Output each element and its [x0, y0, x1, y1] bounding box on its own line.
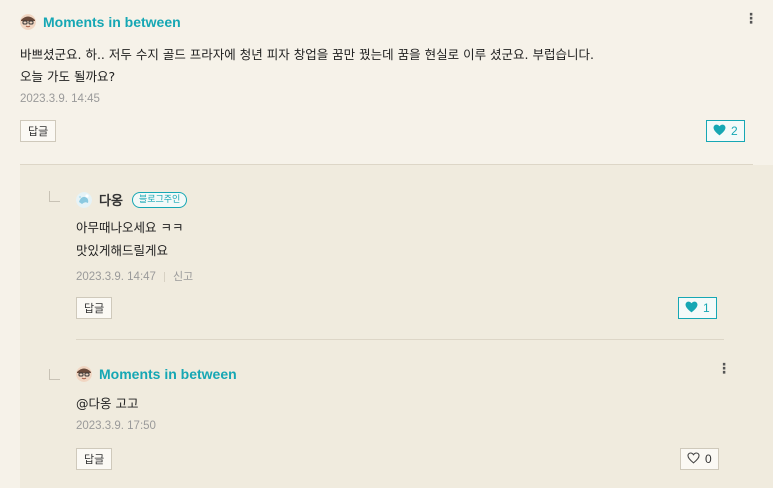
reply-meta: 2023.3.9. 14:47 신고	[76, 268, 193, 284]
comment-author-name[interactable]: Moments in between	[43, 14, 181, 30]
kebab-icon[interactable]: ⋮	[717, 361, 731, 377]
like-count: 0	[705, 452, 712, 466]
avatar[interactable]	[76, 366, 92, 382]
heart-filled-icon	[713, 124, 726, 139]
reply-author-name[interactable]: 다옹	[99, 190, 123, 209]
reply-timestamp: 2023.3.9. 17:50	[76, 420, 156, 432]
reply-button[interactable]: 답글	[76, 297, 113, 319]
like-count: 1	[703, 301, 710, 315]
comment-text-line1: 바쁘셨군요. 하.. 저두 수지 골드 프라자에 청년 피자 창업을 꿈만 꿨는…	[20, 47, 594, 62]
comment-author-row: Moments in between	[20, 14, 181, 30]
heart-outline-icon	[687, 451, 700, 467]
reply-timestamp: 2023.3.9. 14:47	[76, 271, 156, 283]
owner-badge: 블로그주인	[131, 191, 188, 208]
like-button[interactable]: 1	[678, 297, 717, 319]
reply-text-line1: 아무때나오세요 ㅋㅋ	[76, 220, 184, 235]
reply-text-line1: @다옹 고고	[76, 396, 139, 411]
report-link[interactable]: 신고	[173, 270, 193, 283]
like-button[interactable]: 0	[680, 448, 719, 470]
comment-text-line2: 오늘 가도 될까요?	[20, 69, 116, 84]
reply-indent-icon	[49, 191, 60, 202]
replies-container	[20, 165, 773, 488]
like-count: 2	[731, 124, 738, 138]
reply-indent-icon	[49, 369, 60, 380]
reply-author-row: 다옹 블로그주인	[76, 190, 188, 209]
reply-button[interactable]: 답글	[20, 120, 57, 142]
heart-filled-icon	[685, 301, 698, 316]
divider	[76, 339, 724, 340]
reply-button[interactable]: 답글	[76, 448, 113, 470]
avatar[interactable]	[76, 191, 92, 208]
comment-timestamp: 2023.3.9. 14:45	[20, 93, 100, 105]
reply-author-name[interactable]: Moments in between	[99, 366, 237, 382]
reply-author-row: Moments in between	[76, 366, 237, 382]
like-button[interactable]: 2	[706, 120, 745, 142]
kebab-icon[interactable]: ⋮	[744, 11, 758, 27]
separator	[163, 271, 165, 282]
avatar[interactable]	[20, 14, 36, 30]
reply-text-line2: 맛있게해드릴게요	[76, 243, 169, 258]
